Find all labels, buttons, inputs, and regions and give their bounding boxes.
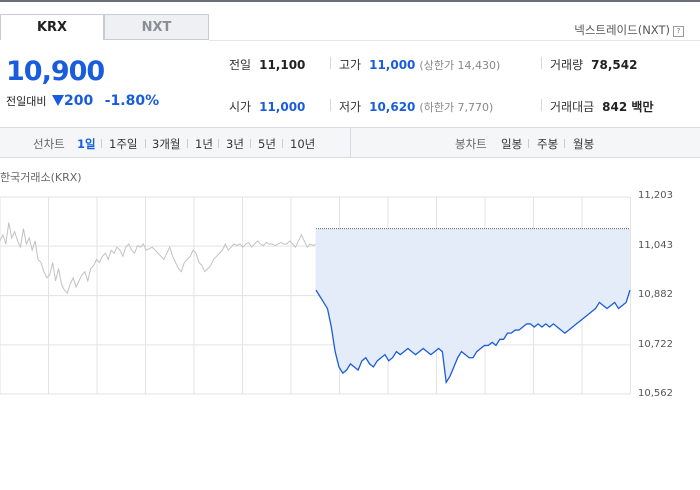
stat-label: 고가 [339,58,362,72]
y-tick-label: 10,722 [638,339,673,350]
chart-source: 한국거래소(KRX) [0,171,82,184]
line-chart-label: 선차트 [33,137,65,151]
previous-day-line [0,222,317,295]
intraday-line-chart [0,196,631,395]
y-tick-label: 10,562 [638,388,673,399]
toolbar-divider [350,128,351,157]
stat-sub: (상한가 14,430) [419,59,501,72]
stat-value: 11,100 [259,58,306,72]
separator [564,139,565,148]
help-icon[interactable]: ? [673,26,684,37]
stat-high: 고가 11,000 (상한가 14,430) [339,56,500,73]
divider [541,57,542,69]
period-3m[interactable]: 3개월 [152,136,180,152]
separator [218,139,219,148]
stat-low: 저가 10,620 (하한가 7,770) [339,98,493,115]
price-change: 전일대비 200 -1.80% [6,93,159,109]
top-border [0,0,700,2]
separator [101,139,102,148]
candle-daily[interactable]: 일봉 [501,136,522,152]
tab-krx[interactable]: KRX [0,14,104,40]
stat-label: 시가 [229,100,252,114]
stat-label: 거래량 [550,58,584,72]
stat-sub: (하한가 7,770) [419,101,494,114]
change-percent: -1.80% [104,93,160,109]
y-tick-label: 11,043 [638,240,673,251]
stat-volume: 거래량 78,542 [550,56,637,73]
separator [282,139,283,148]
y-tick-label: 11,203 [638,190,673,201]
nextrade-label: 넥스트레이드(NXT) [574,23,670,37]
stat-value: 78,542 [591,58,638,72]
separator [528,139,529,148]
stat-value: 842 백만 [602,100,654,114]
down-triangle-icon [51,95,64,106]
change-label: 전일대비 [6,95,47,108]
nextrade-link[interactable]: 넥스트레이드(NXT)? [574,22,684,38]
candle-weekly[interactable]: 주봉 [537,136,558,152]
stat-open: 시가 11,000 [229,98,305,115]
stat-label: 거래대금 [550,100,595,114]
y-tick-label: 10,882 [638,289,673,300]
period-1d[interactable]: 1일 [77,136,96,152]
stat-label: 저가 [339,100,362,114]
period-5y[interactable]: 5년 [258,136,276,152]
stat-value: 11,000 [259,100,306,114]
divider [541,99,542,111]
separator [250,139,251,148]
stat-label: 전일 [229,58,252,72]
tabs-divider [209,40,700,41]
stat-trade-value: 거래대금 842 백만 [550,98,653,115]
period-3y[interactable]: 3년 [226,136,244,152]
stat-value: 11,000 [369,58,416,72]
candle-monthly[interactable]: 월봉 [573,136,594,152]
tab-nxt[interactable]: NXT [104,14,209,40]
separator [145,139,146,148]
period-1w[interactable]: 1주일 [109,136,137,152]
divider [330,99,331,111]
stat-value: 10,620 [369,100,416,114]
current-price: 10,900 [6,56,105,87]
stat-prev-close: 전일 11,100 [229,56,305,73]
candle-chart-label: 봉차트 [455,137,487,151]
divider [330,57,331,69]
period-10y[interactable]: 10년 [290,136,315,152]
separator [187,139,188,148]
change-amount: 200 [63,93,94,109]
period-1y[interactable]: 1년 [195,136,213,152]
chart-period-toolbar: 선차트 1일 1주일 3개월 1년 3년 5년 10년 봉차트 일봉 주봉 월봉 [0,127,700,158]
